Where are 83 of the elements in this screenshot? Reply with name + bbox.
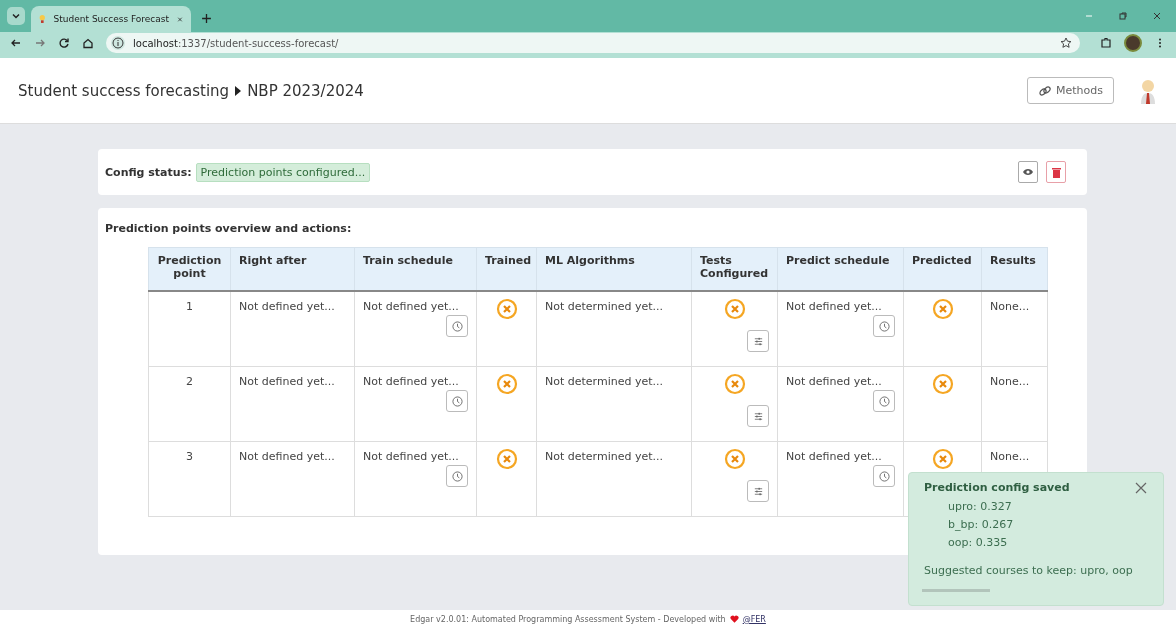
column-header: Prediction point [148, 247, 231, 291]
back-icon[interactable] [10, 37, 22, 49]
clock-icon [451, 320, 463, 332]
heart-icon [729, 615, 739, 623]
table-cell: 1 [148, 291, 231, 367]
schedule-button[interactable] [446, 390, 468, 412]
close-icon[interactable] [1135, 481, 1147, 494]
toast-line: b_bp: 0.267 [947, 517, 1015, 533]
table-cell: Not determined yet... [536, 366, 692, 442]
table-cell: Not defined yet... [363, 450, 459, 463]
footer-link[interactable]: @FER [742, 614, 766, 624]
profile-avatar[interactable] [1124, 34, 1142, 52]
schedule-button[interactable] [446, 315, 468, 337]
table-cell: 3 [148, 441, 231, 517]
view-button[interactable] [1018, 161, 1038, 183]
clock-icon [878, 395, 890, 407]
close-icon[interactable] [177, 14, 183, 24]
table-cell: Not defined yet... [786, 300, 882, 313]
bulb-icon [39, 12, 46, 26]
link-icon [1038, 84, 1052, 97]
address-bar[interactable]: localhost:1337/student-success-forecast/ [106, 33, 1080, 53]
column-header: Trained [476, 247, 537, 291]
page-subtitle: NBP 2023/2024 [247, 81, 364, 100]
forward-icon[interactable] [34, 37, 46, 49]
sliders-icon [752, 485, 764, 497]
table-cell: Not defined yet... [230, 366, 355, 442]
clock-icon [878, 470, 890, 482]
caret-icon [11, 11, 21, 21]
table-cell: 2 [148, 366, 231, 442]
clock-icon [451, 395, 463, 407]
schedule-button[interactable] [873, 390, 895, 412]
table-cell: Not determined yet... [536, 291, 692, 367]
table-cell: Not determined yet... [536, 441, 692, 517]
page-title: Student success forecasting [18, 81, 230, 100]
clock-icon [878, 320, 890, 332]
table-cell: None... [981, 291, 1048, 367]
config-status-label: Config status: [105, 165, 192, 179]
browser-tab[interactable]: Student Success Forecast [31, 6, 191, 32]
column-header: Results [981, 247, 1048, 291]
home-icon[interactable] [82, 37, 94, 49]
column-header: ML Algorithms [536, 247, 692, 291]
toast-timer-bar [922, 589, 990, 592]
configure-button[interactable] [747, 405, 769, 427]
info-icon [111, 36, 125, 50]
status-badge: Prediction points configured... [195, 162, 371, 182]
column-header: Right after [230, 247, 355, 291]
delete-button[interactable] [1046, 161, 1066, 183]
table-cell: Not defined yet... [230, 291, 355, 367]
toast-line: oop: 0.335 [947, 535, 1009, 551]
methods-button[interactable]: Methods [1027, 77, 1114, 104]
clock-icon [451, 470, 463, 482]
close-icon[interactable] [1152, 11, 1162, 21]
sliders-icon [752, 335, 764, 347]
column-header: Predicted [903, 247, 982, 291]
column-header: Train schedule [354, 247, 477, 291]
schedule-button[interactable] [873, 465, 895, 487]
footer-text: Edgar v2.0.01: Automated Programming Assessment System - Developed with [410, 614, 726, 624]
section-title: Prediction points overview and actions: [105, 222, 353, 235]
configure-button[interactable] [747, 330, 769, 352]
trash-icon [1051, 166, 1061, 178]
sliders-icon [752, 410, 764, 422]
toast-message: Suggested courses to keep: upro, oop [924, 564, 1134, 577]
table-cell: Not defined yet... [363, 300, 459, 313]
configure-button[interactable] [747, 480, 769, 502]
table-cell: Not defined yet... [363, 375, 459, 388]
tab-menu-button[interactable] [7, 7, 25, 25]
table-cell: Not defined yet... [230, 441, 355, 517]
reload-icon[interactable] [58, 37, 70, 49]
table-cell: Not defined yet... [786, 375, 882, 388]
breadcrumb-arrow-icon [235, 85, 242, 96]
url-text: localhost:1337/student-success-forecast/ [133, 37, 340, 49]
extensions-icon[interactable] [1100, 37, 1112, 49]
schedule-button[interactable] [873, 315, 895, 337]
eye-icon [1022, 167, 1034, 177]
column-header: Tests Configured [691, 247, 778, 291]
table-cell: Not defined yet... [786, 450, 882, 463]
table-cell: None... [981, 366, 1048, 442]
column-header: Predict schedule [777, 247, 904, 291]
user-avatar[interactable] [1138, 77, 1158, 104]
schedule-button[interactable] [446, 465, 468, 487]
star-icon[interactable] [1060, 37, 1072, 49]
new-tab-icon[interactable] [201, 13, 212, 24]
restore-icon[interactable] [1118, 11, 1128, 21]
